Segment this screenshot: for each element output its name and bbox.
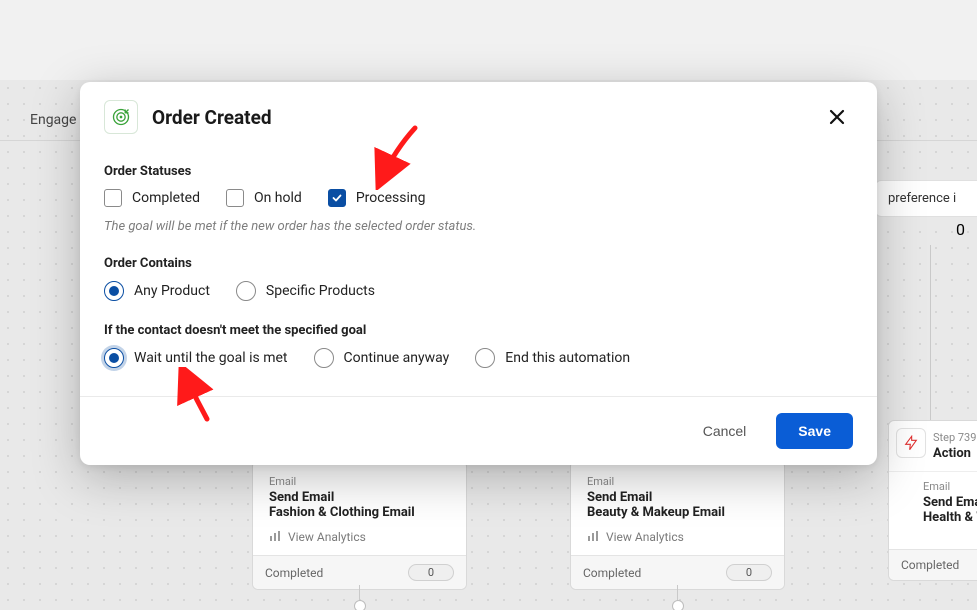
radio-icon: [314, 348, 334, 368]
radio-icon: [104, 348, 124, 368]
specific-products-radio[interactable]: Specific Products: [236, 281, 375, 301]
order-contains-group: Any Product Specific Products: [104, 281, 853, 301]
end-radio[interactable]: End this automation: [475, 348, 630, 368]
any-product-radio[interactable]: Any Product: [104, 281, 210, 301]
radio-icon: [475, 348, 495, 368]
close-icon: [828, 108, 846, 126]
status-processing-checkbox[interactable]: Processing: [328, 189, 426, 207]
modal-footer: Cancel Save: [80, 396, 877, 465]
radio-icon: [104, 281, 124, 301]
radio-label: Continue anyway: [344, 350, 450, 366]
save-button[interactable]: Save: [776, 413, 853, 449]
goal-not-met-label: If the contact doesn't meet the specifie…: [104, 323, 853, 338]
close-button[interactable]: [821, 101, 853, 133]
checkbox-icon: [226, 189, 244, 207]
radio-icon: [236, 281, 256, 301]
statuses-helper-text: The goal will be met if the new order ha…: [104, 219, 853, 234]
order-created-modal: Order Created Order Statuses Completed: [80, 82, 877, 465]
continue-radio[interactable]: Continue anyway: [314, 348, 450, 368]
modal-overlay: Order Created Order Statuses Completed: [0, 0, 977, 610]
checkbox-label: On hold: [254, 190, 302, 206]
checkbox-label: Completed: [132, 190, 200, 206]
radio-label: Wait until the goal is met: [134, 350, 288, 366]
order-statuses-label: Order Statuses: [104, 164, 853, 179]
cancel-button[interactable]: Cancel: [693, 415, 757, 447]
radio-label: End this automation: [505, 350, 630, 366]
status-completed-checkbox[interactable]: Completed: [104, 189, 200, 207]
checkbox-icon: [328, 189, 346, 207]
status-onhold-checkbox[interactable]: On hold: [226, 189, 302, 207]
radio-label: Any Product: [134, 283, 210, 299]
modal-title: Order Created: [152, 106, 272, 129]
goal-not-met-group: Wait until the goal is met Continue anyw…: [104, 348, 853, 368]
target-icon: [104, 100, 138, 134]
order-contains-label: Order Contains: [104, 256, 853, 271]
radio-label: Specific Products: [266, 283, 375, 299]
checkbox-icon: [104, 189, 122, 207]
wait-radio[interactable]: Wait until the goal is met: [104, 348, 288, 368]
order-statuses-group: Completed On hold Processing: [104, 189, 853, 207]
checkbox-label: Processing: [356, 190, 426, 206]
